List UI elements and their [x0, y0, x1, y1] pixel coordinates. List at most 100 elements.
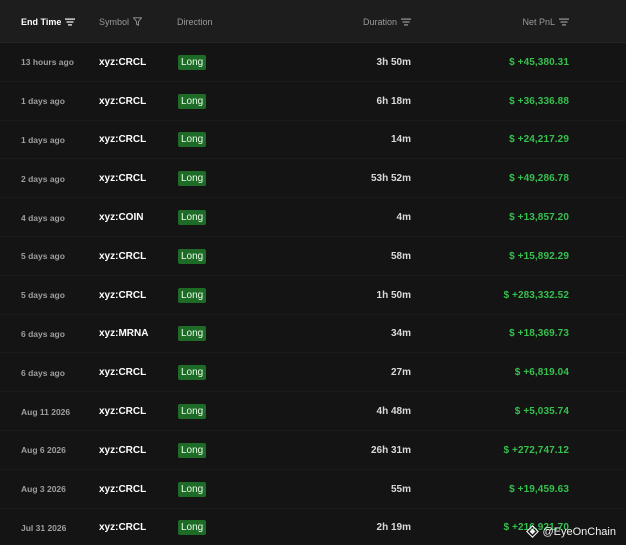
symbol-cell: xyz:CRCL — [99, 56, 147, 68]
end-time-cell: 4 days ago — [21, 212, 65, 223]
eyeonchain-watermark: @EyeOnChain — [526, 525, 616, 538]
symbol-cell: xyz:CRCL — [99, 134, 147, 146]
long-badge: Long — [178, 365, 207, 381]
end-time-cell: 6 days ago — [21, 328, 65, 339]
net-pnl-cell: $ +5,035.74 — [514, 406, 569, 418]
net-pnl-cell: $ +19,459.63 — [509, 483, 569, 495]
direction-header-label: Direction — [177, 16, 213, 27]
table-row[interactable]: 2 days ago xyz:CRCL Long 53h 52m $ +49,2… — [0, 159, 626, 199]
end-time-cell: Aug 11 2026 — [21, 406, 71, 417]
end-time-cell: Aug 6 2026 — [21, 445, 66, 456]
direction-cell: Long — [178, 392, 207, 431]
sort-icon[interactable] — [401, 18, 411, 26]
table-row[interactable]: Aug 6 2026 xyz:CRCL Long 26h 31m $ +272,… — [0, 431, 626, 470]
direction-header[interactable]: Direction — [177, 0, 213, 43]
net-pnl-cell: $ +36,336.88 — [509, 95, 569, 107]
direction-cell: Long — [178, 509, 207, 545]
end-time-header-label: End Time — [21, 16, 62, 27]
end-time-cell: Aug 3 2026 — [21, 484, 66, 495]
net-pnl-cell: $ +13,857.20 — [509, 212, 569, 224]
table-row[interactable]: 6 days ago xyz:MRNA Long 34m $ +18,369.7… — [0, 315, 626, 354]
sort-icon[interactable] — [559, 18, 569, 26]
net-pnl-cell: $ +45,380.31 — [509, 56, 569, 68]
long-badge: Long — [178, 326, 207, 342]
symbol-cell: xyz:CRCL — [99, 250, 147, 262]
table-row[interactable]: 6 days ago xyz:CRCL Long 27m $ +6,819.04 — [0, 353, 626, 393]
symbol-cell: xyz:CRCL — [99, 483, 147, 495]
table-row[interactable]: 4 days ago xyz:COIN Long 4m $ +13,857.20 — [0, 198, 626, 237]
long-badge: Long — [178, 248, 207, 264]
direction-cell: Long — [178, 159, 207, 198]
filter-icon[interactable] — [133, 17, 143, 26]
long-badge: Long — [178, 287, 207, 303]
duration-cell: 34m — [390, 328, 411, 340]
direction-cell: Long — [178, 353, 207, 392]
sort-icon[interactable] — [65, 18, 76, 26]
table-row[interactable]: Aug 11 2026 xyz:CRCL Long 4h 48m $ +5,03… — [0, 392, 626, 431]
diamond-logo-icon — [526, 525, 540, 538]
table-row[interactable]: 5 days ago xyz:CRCL Long 58m $ +15,892.2… — [0, 237, 626, 276]
long-badge: Long — [178, 54, 207, 70]
end-time-cell: 1 days ago — [21, 134, 65, 145]
direction-cell: Long — [178, 431, 207, 470]
direction-cell: Long — [178, 315, 207, 354]
direction-cell: Long — [178, 470, 207, 509]
net-pnl-cell: $ +6,819.04 — [514, 367, 569, 379]
duration-cell: 2h 19m — [376, 522, 411, 534]
table-row[interactable]: 5 days ago xyz:CRCL Long 1h 50m $ +283,3… — [0, 276, 626, 315]
long-badge: Long — [178, 132, 207, 148]
duration-cell: 6h 18m — [376, 95, 411, 107]
net-pnl-cell: $ +49,286.78 — [509, 173, 569, 185]
duration-cell: 55m — [390, 483, 411, 495]
end-time-header[interactable]: End Time — [21, 0, 76, 43]
table-row[interactable]: 13 hours ago xyz:CRCL Long 3h 50m $ +45,… — [0, 43, 626, 82]
net-pnl-cell: $ +272,747.12 — [503, 444, 569, 456]
table-header: End Time Symbol Direction Duration Net P… — [0, 0, 626, 43]
symbol-header-label: Symbol — [99, 16, 130, 27]
direction-cell: Long — [178, 276, 207, 315]
direction-cell: Long — [178, 43, 207, 82]
end-time-cell: Jul 31 2026 — [21, 522, 67, 533]
net-pnl-header-label: Net PnL — [522, 16, 555, 27]
duration-cell: 4h 48m — [376, 406, 411, 418]
symbol-cell: xyz:CRCL — [99, 95, 147, 107]
table-row[interactable]: 1 days ago xyz:CRCL Long 14m $ +24,217.2… — [0, 121, 626, 160]
table-body: 13 hours ago xyz:CRCL Long 3h 50m $ +45,… — [0, 43, 626, 545]
long-badge: Long — [178, 442, 207, 458]
direction-cell: Long — [178, 82, 207, 121]
direction-cell: Long — [178, 237, 207, 276]
symbol-cell: xyz:MRNA — [99, 328, 149, 340]
symbol-cell: xyz:CRCL — [99, 173, 147, 185]
duration-cell: 14m — [390, 134, 411, 146]
direction-cell: Long — [178, 121, 207, 160]
duration-header[interactable]: Duration — [363, 0, 411, 43]
watermark-text: @EyeOnChain — [542, 525, 616, 538]
end-time-cell: 6 days ago — [21, 367, 65, 378]
symbol-cell: xyz:CRCL — [99, 522, 147, 534]
long-badge: Long — [178, 404, 207, 420]
net-pnl-header[interactable]: Net PnL — [522, 0, 569, 43]
duration-header-label: Duration — [362, 16, 397, 27]
symbol-cell: xyz:CRCL — [99, 406, 147, 418]
long-badge: Long — [178, 210, 207, 226]
end-time-cell: 1 days ago — [21, 96, 65, 107]
symbol-header[interactable]: Symbol — [99, 0, 143, 43]
table-row[interactable]: Aug 3 2026 xyz:CRCL Long 55m $ +19,459.6… — [0, 470, 626, 509]
net-pnl-cell: $ +283,332.52 — [503, 289, 569, 301]
symbol-cell: xyz:CRCL — [99, 444, 147, 456]
duration-cell: 53h 52m — [370, 173, 411, 185]
direction-cell: Long — [178, 198, 207, 237]
symbol-cell: xyz:COIN — [99, 212, 144, 224]
long-badge: Long — [178, 481, 207, 497]
end-time-cell: 5 days ago — [21, 251, 65, 262]
symbol-cell: xyz:CRCL — [99, 289, 147, 301]
net-pnl-cell: $ +24,217.29 — [509, 134, 569, 146]
table-row[interactable]: 1 days ago xyz:CRCL Long 6h 18m $ +36,33… — [0, 82, 626, 121]
end-time-cell: 2 days ago — [21, 173, 65, 184]
duration-cell: 58m — [390, 250, 411, 262]
net-pnl-cell: $ +18,369.73 — [509, 328, 569, 340]
duration-cell: 1h 50m — [376, 289, 411, 301]
end-time-cell: 5 days ago — [21, 290, 65, 301]
net-pnl-cell: $ +15,892.29 — [509, 250, 569, 262]
duration-cell: 4m — [396, 212, 411, 224]
